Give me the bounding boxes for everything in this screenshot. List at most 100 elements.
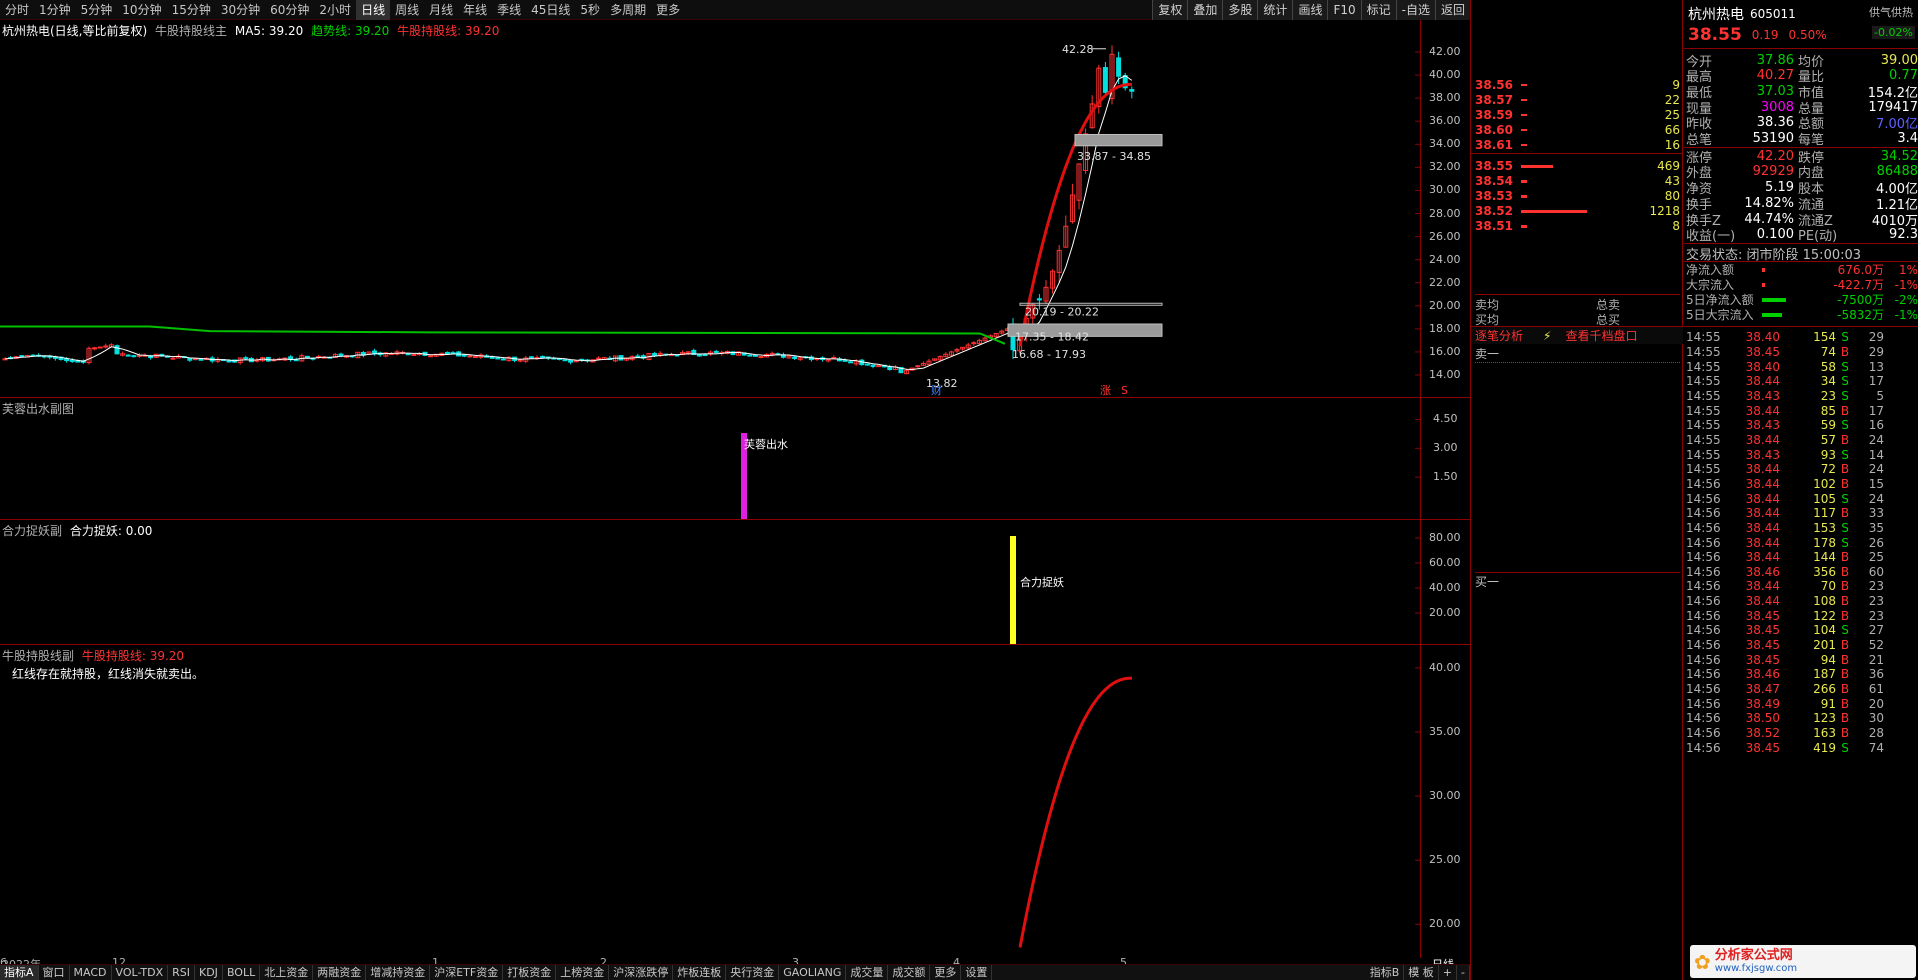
tick-row: 14:56 38.45 419 S 74	[1686, 741, 1918, 755]
template-tab[interactable]: +	[1439, 964, 1458, 980]
tick-time: 14:56	[1686, 725, 1721, 740]
y-tick-label: 38.00	[1429, 91, 1461, 105]
qiandang-link: 查看千档盘口	[1565, 329, 1638, 343]
period-tab[interactable]: 5秒	[575, 0, 605, 20]
tick-row: 14:55 38.44 34 S 17	[1686, 374, 1918, 388]
period-tab[interactable]: 周线	[390, 0, 424, 20]
indicator-tab[interactable]: 设置	[961, 964, 993, 980]
tick-volume: 34	[1820, 374, 1836, 389]
candle-body	[696, 354, 702, 357]
indicator-tab[interactable]: 增减持资金	[366, 964, 431, 980]
period-tab[interactable]: 多周期	[605, 0, 651, 20]
chart-tool-button[interactable]: 复权	[1152, 0, 1188, 20]
period-tab[interactable]: 日线	[356, 0, 391, 20]
furong-axis: 4.50 3.00 1.50	[1420, 398, 1470, 519]
stat-value: 5.19	[1765, 180, 1794, 196]
indicator-tab[interactable]: 上榜资金	[556, 964, 610, 980]
template-tab[interactable]: 模 板	[1404, 964, 1439, 980]
indicator-tab[interactable]: VOL-TDX	[112, 964, 169, 980]
indicator-tab[interactable]: 窗口	[39, 964, 70, 980]
indicator-tab[interactable]: 沪深ETF资金	[430, 964, 504, 980]
candle-body	[69, 359, 75, 362]
indicator-tab[interactable]: 更多	[930, 964, 962, 980]
flow-bar	[1762, 312, 1782, 317]
period-tab[interactable]: 月线	[424, 0, 458, 20]
y-tick-label: 20.00	[1429, 917, 1461, 931]
chart-tool-button[interactable]: -自选	[1395, 0, 1435, 20]
candle-body	[758, 356, 764, 359]
stat-value: 34.52	[1880, 148, 1918, 164]
template-tab[interactable]: 指标B	[1366, 964, 1405, 980]
tick-side: B	[1840, 682, 1850, 696]
stock-name: 杭州热电	[1688, 7, 1744, 23]
tick-time: 14:56	[1686, 652, 1721, 667]
indicator-tab[interactable]: 成交额	[888, 964, 931, 980]
indicator-tab[interactable]: 两融资金	[313, 964, 367, 980]
chart-area[interactable]: 杭州热电(日线,等比前复权) 牛股持股线主 MA5: 39.20 趋势线: 39…	[0, 20, 1470, 960]
indicator-tab[interactable]: 指标A	[0, 964, 39, 980]
stat-value: 42.20	[1756, 148, 1794, 164]
indicator-tab[interactable]: 北上资金	[260, 964, 314, 980]
period-tab[interactable]: 1分钟	[34, 0, 76, 20]
chart-tool-button[interactable]: 叠加	[1187, 0, 1223, 20]
flow-row: 净流入额 676.0万 1%	[1686, 262, 1918, 278]
indicator-tab[interactable]: GAOLIANG	[779, 964, 847, 980]
furong-pane[interactable]: 芙蓉出水副图 芙蓉出水 4.50 3.00 1.50	[0, 398, 1470, 520]
heli-header: 合力捉妖副 合力捉妖: 0.00	[2, 522, 156, 539]
period-tab[interactable]: 更多	[651, 0, 685, 20]
indicator-tab[interactable]: MACD	[70, 964, 112, 980]
heli-chart[interactable]: 合力捉妖	[0, 520, 1470, 645]
chart-tool-button[interactable]: 返回	[1434, 0, 1470, 20]
period-tab[interactable]: 30分钟	[216, 0, 265, 20]
heli-pane[interactable]: 合力捉妖副 合力捉妖: 0.00 合力捉妖 80.00 60.00 40.00 20.…	[0, 520, 1470, 645]
chart-tool-button[interactable]: 多股	[1222, 0, 1258, 20]
bid-row[interactable]: 38.51 8	[1475, 217, 1680, 235]
furong-chart[interactable]: 芙蓉出水	[0, 398, 1470, 520]
kline-chart[interactable]: 33.87 - 34.85 20.19 - 20.22 17.35 - 18.42 1…	[0, 20, 1470, 398]
tick-volume: 94	[1820, 652, 1836, 667]
stat-value: 92.3	[1889, 227, 1918, 243]
indicator-tab[interactable]: 炸板连板	[673, 964, 727, 980]
period-tab[interactable]: 5分钟	[76, 0, 118, 20]
template-tab[interactable]: -	[1457, 964, 1470, 980]
indicator-tab[interactable]: 打板资金	[503, 964, 557, 980]
chart-tool-button[interactable]: F10	[1327, 0, 1361, 20]
flow-bar	[1762, 297, 1786, 302]
furong-title: 芙蓉出水副图	[2, 402, 75, 416]
chart-tool-button[interactable]: 统计	[1257, 0, 1293, 20]
indicator-tab[interactable]: 成交量	[846, 964, 889, 980]
indicator-tab[interactable]: 央行资金	[726, 964, 780, 980]
bull-pane[interactable]: 牛股持股线副 牛股持股线: 39.20 红线存在就持股，红线消失就卖出。 40.…	[0, 645, 1470, 958]
indicator-tab[interactable]: BOLL	[223, 964, 261, 980]
tick-price: 38.44	[1745, 579, 1780, 594]
chart-tool-button[interactable]: 画线	[1292, 0, 1328, 20]
stat-value: 53190	[1752, 131, 1794, 146]
period-tab[interactable]: 10分钟	[117, 0, 166, 20]
indicator-tab[interactable]: KDJ	[195, 964, 223, 980]
period-tab[interactable]: 分时	[0, 0, 34, 20]
candle-body	[243, 357, 249, 360]
candle-body	[842, 359, 848, 362]
candle-body	[170, 357, 176, 360]
stat-value: 3.4	[1897, 131, 1918, 146]
period-tab[interactable]: 季线	[492, 0, 526, 20]
period-tab[interactable]: 2小时	[314, 0, 356, 20]
tick-price: 38.49	[1745, 696, 1780, 711]
indicator-name[interactable]: 牛股持股线主	[155, 24, 227, 38]
ask-row[interactable]: 38.61 16	[1475, 136, 1680, 154]
chart-tool-button[interactable]: 标记	[1360, 0, 1396, 20]
period-tab[interactable]: 60分钟	[265, 0, 314, 20]
candle-body	[192, 358, 198, 361]
main-kline-pane[interactable]: 杭州热电(日线,等比前复权) 牛股持股线主 MA5: 39.20 趋势线: 39…	[0, 20, 1470, 398]
tick-side: S	[1841, 359, 1849, 374]
indicator-tab[interactable]: RSI	[168, 964, 195, 980]
tick-row: 14:55 38.43 23 S 5	[1686, 389, 1918, 403]
bull-chart[interactable]	[0, 645, 1470, 958]
high-label: 42.28	[1062, 43, 1094, 56]
indicator-tab[interactable]: 沪深涨跌停	[609, 964, 674, 980]
period-tab[interactable]: 15分钟	[167, 0, 216, 20]
period-tab[interactable]: 45日线	[526, 0, 575, 20]
period-tab[interactable]: 年线	[458, 0, 492, 20]
bull-sub-line	[1018, 676, 1133, 948]
tick-volume: 70	[1820, 579, 1836, 594]
